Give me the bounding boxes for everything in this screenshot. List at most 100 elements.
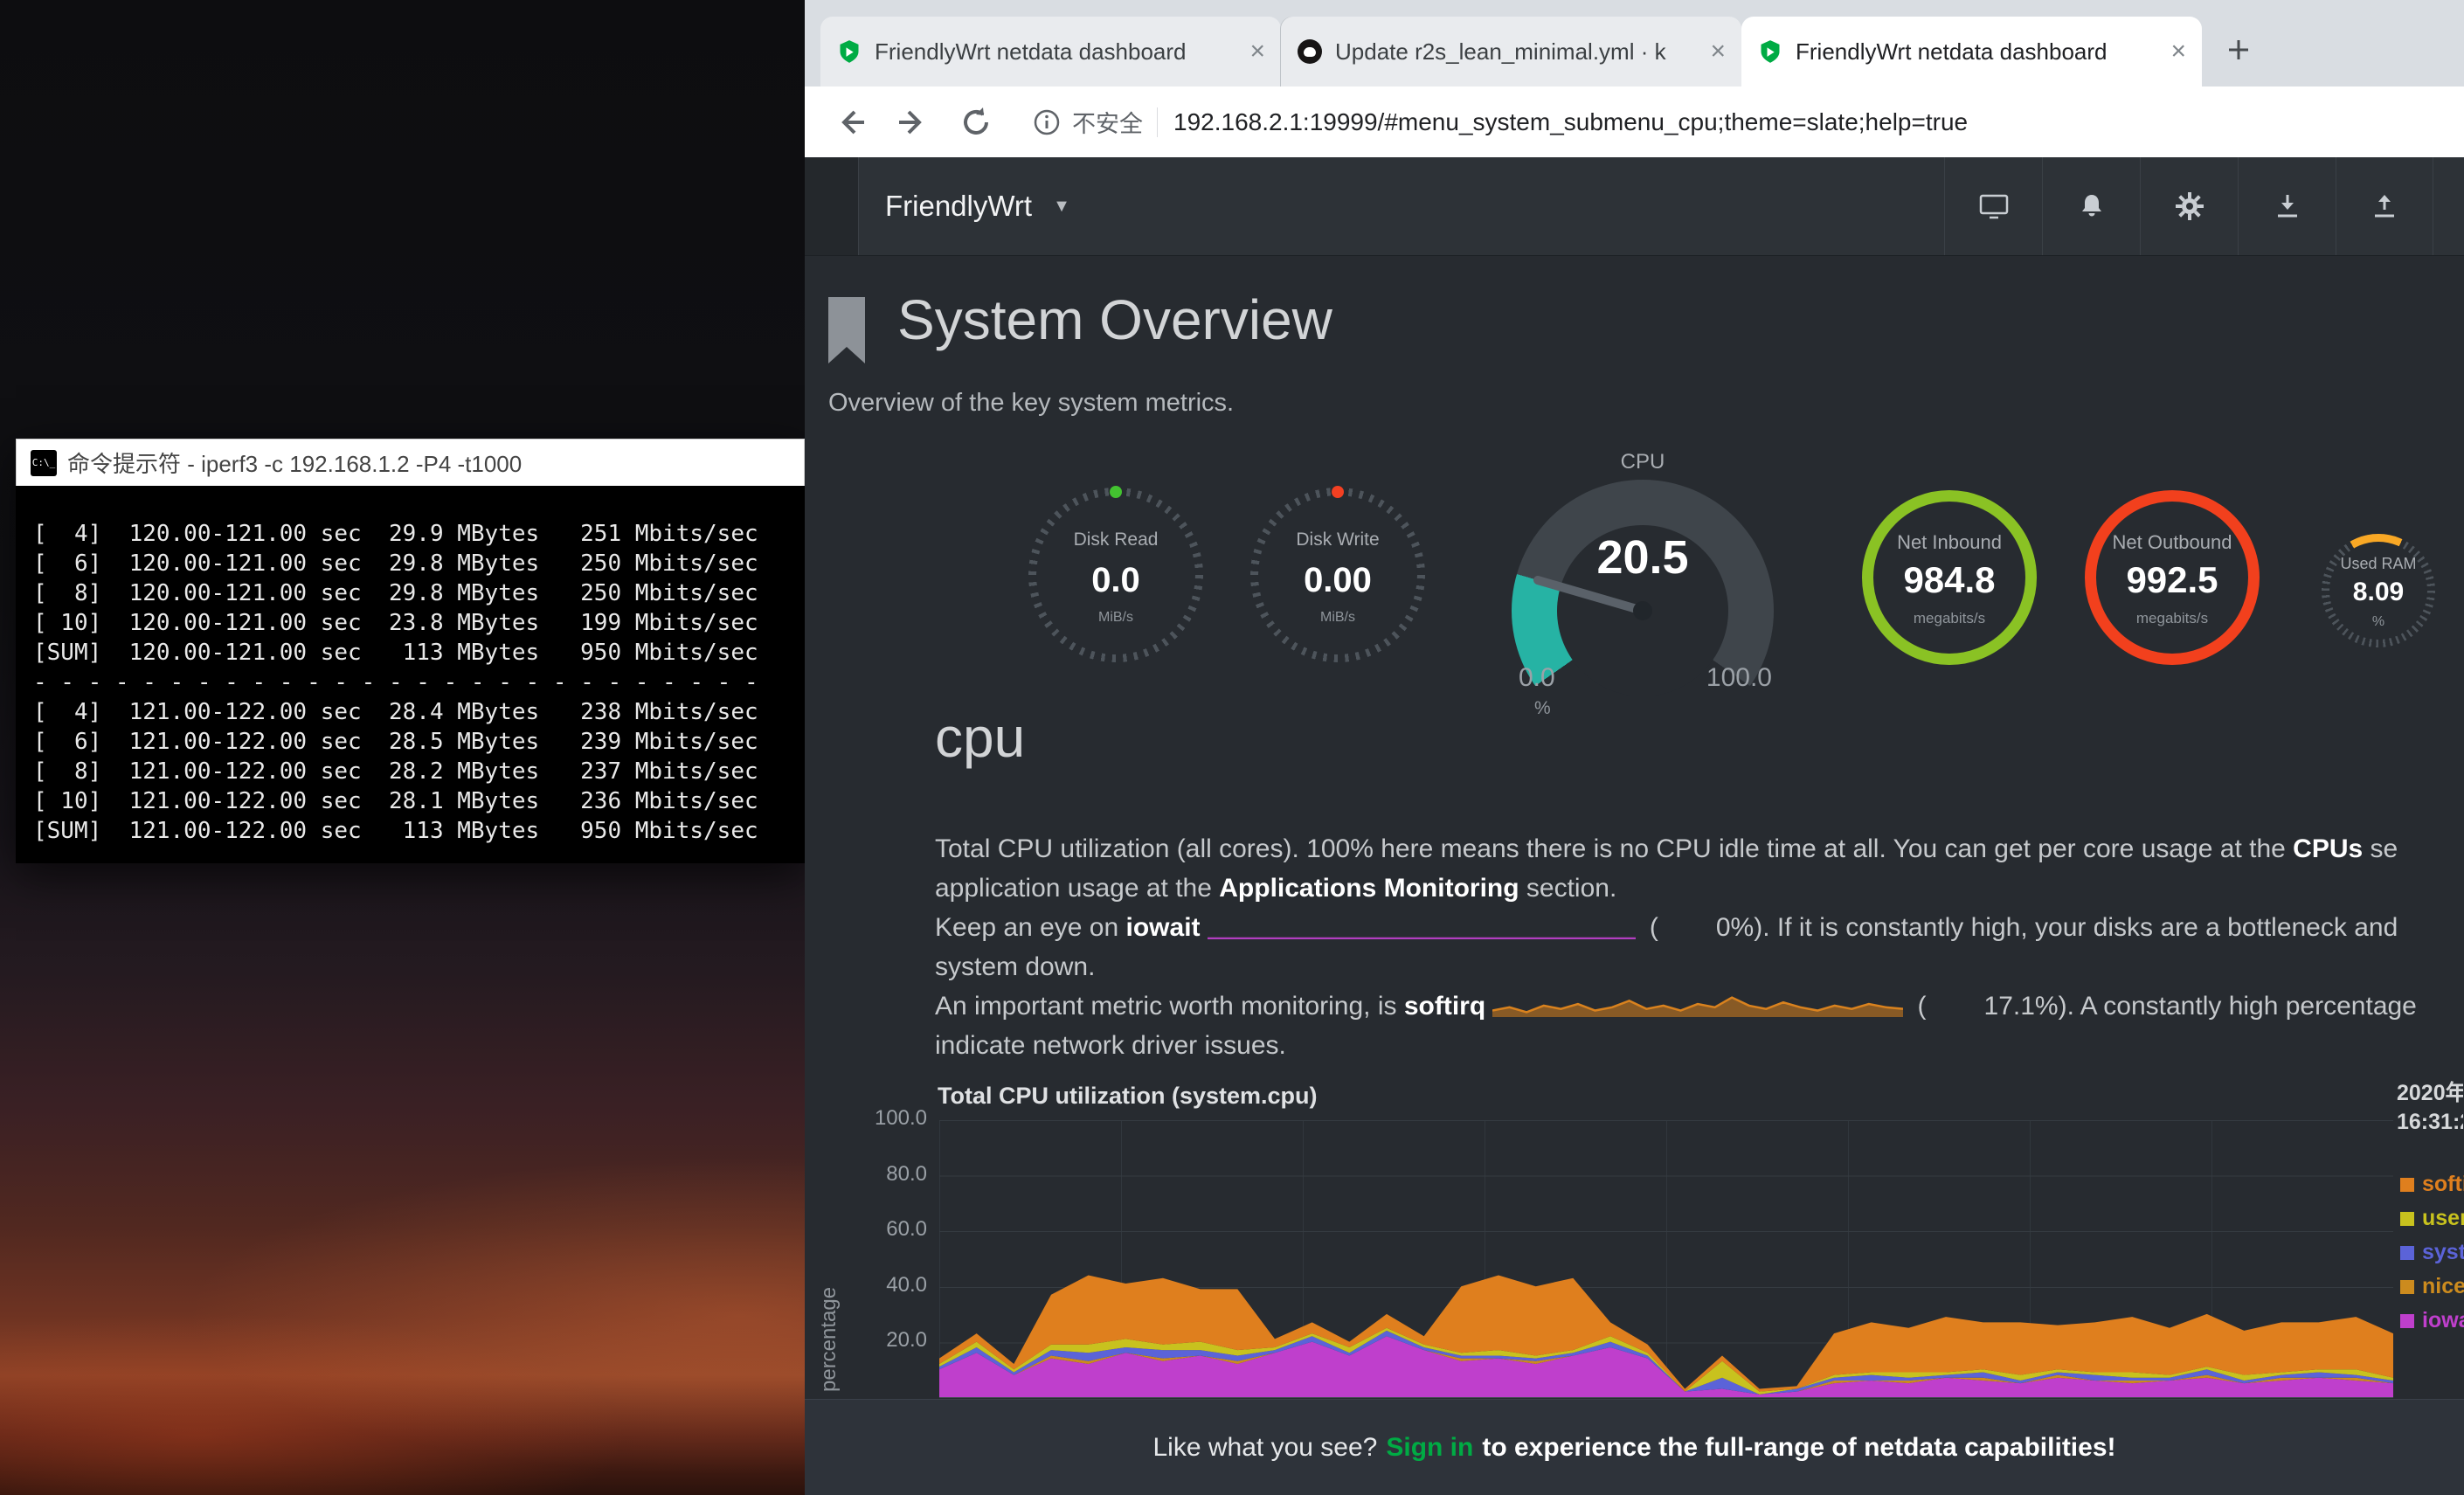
legend-item[interactable]: nice: [2400, 1274, 2464, 1299]
text-line: application usage at the Applications Mo…: [935, 869, 2464, 908]
browser-toolbar: 不安全 192.168.2.1:19999/#menu_system_subme…: [805, 87, 2464, 157]
desktop: C:\_ 命令提示符 - iperf3 -c 192.168.1.2 -P4 -…: [0, 0, 2464, 1495]
terminal-line: [ 10] 120.00-121.00 sec 23.8 MBytes 199 …: [33, 608, 787, 638]
net-inbound-gauge[interactable]: Net Inbound 984.8 megabits/s: [1862, 490, 2037, 665]
gauge-dot: [1110, 486, 1122, 498]
body-text: ). If it is constantly high, your disks …: [1754, 913, 2398, 942]
chart-timestamp: 2020年3 16:31:2: [2397, 1079, 2463, 1137]
close-icon[interactable]: ×: [1249, 38, 1265, 65]
gauge-value: 0.0: [1028, 561, 1203, 600]
gauge-label: Disk Read: [1028, 529, 1203, 550]
browser-tab[interactable]: FriendlyWrt netdata dashboard×: [1741, 17, 2202, 87]
text-line: An important metric worth monitoring, is…: [935, 986, 2464, 1026]
body-text: An important metric worth monitoring, is: [935, 992, 1404, 1021]
legend-label: iowait: [2422, 1308, 2464, 1333]
download-icon: [2273, 191, 2302, 221]
chart-legend: softirq user system nice iowait: [2400, 1172, 2464, 1342]
tabs-container: FriendlyWrt netdata dashboard×Update r2s…: [820, 17, 2202, 87]
legend-swatch: [2400, 1280, 2414, 1294]
section-heading-cpu: cpu: [935, 705, 1025, 770]
terminal-titlebar[interactable]: C:\_ 命令提示符 - iperf3 -c 192.168.1.2 -P4 -…: [16, 439, 805, 486]
body-text: (: [1910, 992, 1926, 1021]
legend-item[interactable]: iowait: [2400, 1308, 2464, 1333]
body-text: (: [1643, 913, 1658, 942]
chart-time: 16:31:2: [2397, 1108, 2463, 1137]
net-outbound-gauge[interactable]: Net Outbound 992.5 megabits/s: [2085, 490, 2260, 665]
gauge-value: 992.5: [2096, 559, 2248, 601]
cpu-utilization-chart[interactable]: [939, 1120, 2393, 1398]
forward-button[interactable]: [894, 103, 932, 142]
terminal-title: 命令提示符 - iperf3 -c 192.168.1.2 -P4 -t1000: [67, 446, 522, 479]
reload-button[interactable]: [957, 103, 995, 142]
body-text: Total CPU utilization (all cores). 100% …: [935, 834, 2293, 863]
keyword-text: Applications Monitoring: [1219, 874, 1519, 903]
cpu-gauge[interactable]: CPU 20.5 0.0 100.0 %: [1512, 450, 1774, 747]
new-tab-button[interactable]: [2214, 25, 2263, 74]
netdata-dashboard: System Overview Overview of the key syst…: [805, 256, 2464, 1495]
disk-read-gauge[interactable]: Disk Read 0.0 MiB/s: [1028, 488, 1203, 662]
close-icon[interactable]: ×: [2170, 38, 2186, 65]
text-line: Total CPU utilization (all cores). 100% …: [935, 829, 2464, 869]
gauge-unit: megabits/s: [1873, 610, 2025, 627]
y-tick-label: 100.0: [843, 1106, 927, 1131]
browser-tab[interactable]: Update r2s_lean_minimal.yml · k ×: [1281, 17, 1741, 87]
alarms-button[interactable]: [2042, 157, 2140, 255]
export-button[interactable]: [2336, 157, 2433, 255]
body-text: se: [2363, 834, 2398, 863]
gauge-label: Disk Write: [1250, 529, 1425, 550]
monitor-button[interactable]: [1944, 157, 2042, 255]
text-line: indicate network driver issues.: [935, 1026, 2464, 1065]
plus-icon: [2225, 37, 2252, 63]
used-ram-gauge[interactable]: Used RAM 8.09 %: [2322, 534, 2435, 647]
back-button[interactable]: [831, 103, 869, 142]
y-tick-label: 40.0: [843, 1273, 927, 1298]
import-button[interactable]: [2238, 157, 2336, 255]
omnibox[interactable]: 不安全 192.168.2.1:19999/#menu_system_subme…: [1032, 105, 2464, 139]
settings-button[interactable]: [2140, 157, 2238, 255]
terminal-line: [ 8] 121.00-122.00 sec 28.2 MBytes 237 M…: [33, 757, 787, 786]
legend-swatch: [2400, 1212, 2414, 1226]
github-icon: [1297, 38, 1323, 65]
body-text: indicate network driver issues.: [935, 1031, 1286, 1060]
host-dropdown[interactable]: FriendlyWrt ▼: [885, 157, 1070, 255]
terminal-line: [ 8] 120.00-121.00 sec 29.8 MBytes 250 M…: [33, 578, 787, 608]
gauge-value: 0.00: [1250, 561, 1425, 600]
chart-date: 2020年3: [2397, 1079, 2463, 1108]
menu-block[interactable]: [805, 157, 859, 255]
close-icon[interactable]: ×: [1710, 38, 1726, 65]
gauge-dial: [1512, 480, 1774, 742]
gauge-label: Net Inbound: [1873, 531, 2025, 554]
tab-title: Update r2s_lean_minimal.yml · k: [1335, 38, 1701, 66]
text-line: Keep an eye on iowait (0%). If it is con…: [935, 908, 2464, 947]
signin-bar: Like what you see? Sign in to experience…: [805, 1399, 2464, 1495]
terminal-line: [SUM] 121.00-122.00 sec 113 MBytes 950 M…: [33, 816, 787, 846]
body-text: 0%: [1658, 913, 1754, 942]
y-axis-ticks: 100.080.060.040.020.0: [843, 256, 927, 1495]
iowait-sparkline[interactable]: [1208, 913, 1636, 939]
body-text: application usage at the: [935, 874, 1219, 903]
security-label[interactable]: 不安全: [1072, 105, 1143, 139]
terminal-window[interactable]: C:\_ 命令提示符 - iperf3 -c 192.168.1.2 -P4 -…: [16, 439, 805, 863]
host-name: FriendlyWrt: [885, 190, 1032, 223]
signin-pre-text: Like what you see?: [1153, 1433, 1378, 1463]
gauge-unit: MiB/s: [1250, 610, 1425, 626]
gauge-min: 0.0: [1519, 663, 1555, 693]
browser-tab[interactable]: FriendlyWrt netdata dashboard ×: [820, 17, 1281, 87]
gauge-value: 984.8: [1873, 559, 2025, 601]
legend-item[interactable]: system: [2400, 1240, 2464, 1265]
url-text[interactable]: 192.168.2.1:19999/#menu_system_submenu_c…: [1173, 108, 1968, 136]
softirq-sparkline[interactable]: [1492, 992, 1903, 1018]
legend-item[interactable]: user: [2400, 1206, 2464, 1231]
keyword-text: CPUs: [2293, 834, 2363, 863]
y-axis-label: percentage: [817, 1139, 841, 1392]
gauge-unit: megabits/s: [2096, 610, 2248, 627]
terminal-output[interactable]: [ 4] 120.00-121.00 sec 29.9 MBytes 251 M…: [16, 486, 805, 863]
disk-write-gauge[interactable]: Disk Write 0.00 MiB/s: [1250, 488, 1425, 662]
info-icon[interactable]: [1032, 107, 1062, 137]
monitor-icon: [1978, 190, 2010, 222]
signin-link[interactable]: Sign in: [1386, 1433, 1473, 1463]
legend-item[interactable]: softirq: [2400, 1172, 2464, 1197]
tab-title: FriendlyWrt netdata dashboard: [875, 38, 1241, 66]
keyword-text: iowait: [1126, 913, 1201, 942]
gauge-dot: [1332, 486, 1344, 498]
